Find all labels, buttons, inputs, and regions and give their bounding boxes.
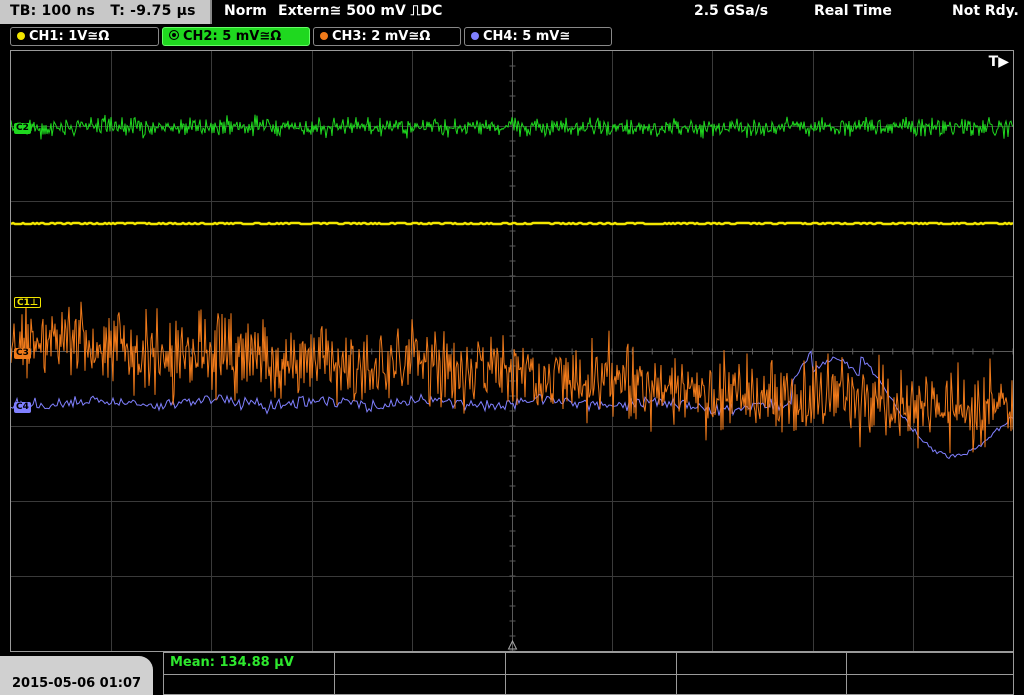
trigger-panel[interactable]: Norm Extern≅ 500 mV ⎍DC 2.5 GSa/s Real T… xyxy=(214,0,1024,24)
datetime-panel: 2015-05-06 01:07 xyxy=(0,656,153,695)
measurement-cell-10[interactable] xyxy=(847,674,1013,695)
datetime-text: 2015-05-06 01:07 xyxy=(12,676,142,691)
measurement-cell-7[interactable] xyxy=(335,674,506,695)
ch4-waveform xyxy=(11,350,1013,460)
sample-rate: 2.5 GSa/s xyxy=(694,3,769,19)
ch2-color-dot-icon xyxy=(169,30,179,40)
ch1-offset-marker[interactable]: C1⊥ xyxy=(14,297,42,308)
measurement-cell-4[interactable] xyxy=(677,653,847,674)
waveform-display[interactable]: T▶ C2 C1⊥ C3 C4 xyxy=(10,50,1014,652)
timebase-panel[interactable]: TB: 100 ns T: -9.75 µs xyxy=(0,0,212,24)
channel-tab-bar: CH1: 1V≅Ω CH2: 5 mV≅Ω CH3: 2 mV≅Ω CH4: 5… xyxy=(0,25,1024,49)
ch1-color-dot-icon xyxy=(17,32,25,40)
ch1-label: CH1: 1V≅Ω xyxy=(29,29,110,44)
measurement-cell-1[interactable]: Mean: 134.88 µV xyxy=(164,653,335,674)
trigger-position-marker: T▶ xyxy=(988,54,1009,70)
ch3-waveform xyxy=(11,300,1013,454)
measurement-panel[interactable]: Mean: 134.88 µV xyxy=(163,652,1014,695)
ch2-offset-marker[interactable]: C2 xyxy=(14,123,31,134)
measurement-cell-2[interactable] xyxy=(335,653,506,674)
channel-tab-ch4[interactable]: CH4: 5 mV≅ xyxy=(464,27,612,46)
ch3-color-dot-icon xyxy=(320,32,328,40)
mean-measurement: Mean: 134.88 µV xyxy=(170,655,294,670)
channel-tab-ch2[interactable]: CH2: 5 mV≅Ω xyxy=(162,27,310,46)
trigger-source: Extern≅ 500 mV ⎍DC xyxy=(278,3,443,19)
ch4-offset-marker[interactable]: C4 xyxy=(14,402,31,413)
measurement-cell-3[interactable] xyxy=(506,653,677,674)
measurement-cell-9[interactable] xyxy=(677,674,847,695)
ch1-waveform xyxy=(11,221,1013,226)
timebase-value: TB: 100 ns xyxy=(10,3,96,19)
status-bar: TB: 100 ns T: -9.75 µs Norm Extern≅ 500 … xyxy=(0,0,1024,24)
channel-tab-ch3[interactable]: CH3: 2 mV≅Ω xyxy=(313,27,461,46)
acquisition-mode: Real Time xyxy=(814,3,892,19)
ch3-label: CH3: 2 mV≅Ω xyxy=(332,29,431,44)
trigger-mode: Norm xyxy=(224,3,267,19)
ch3-offset-marker[interactable]: C3 xyxy=(14,348,31,359)
measurement-cell-6[interactable] xyxy=(164,674,335,695)
channel-tab-ch1[interactable]: CH1: 1V≅Ω xyxy=(10,27,159,46)
bottom-bar: 2015-05-06 01:07 Mean: 134.88 µV xyxy=(0,652,1024,695)
ch4-label: CH4: 5 mV≅ xyxy=(483,29,571,44)
trigger-time-value: T: -9.75 µs xyxy=(110,3,196,19)
ch2-label: CH2: 5 mV≅Ω xyxy=(183,29,282,44)
measurement-cell-5[interactable] xyxy=(847,653,1013,674)
ch2-waveform xyxy=(11,114,1013,140)
ch4-color-dot-icon xyxy=(471,32,479,40)
measurement-cell-8[interactable] xyxy=(506,674,677,695)
waveform-traces xyxy=(11,114,1013,460)
acquisition-status: Not Rdy. xyxy=(952,3,1019,19)
